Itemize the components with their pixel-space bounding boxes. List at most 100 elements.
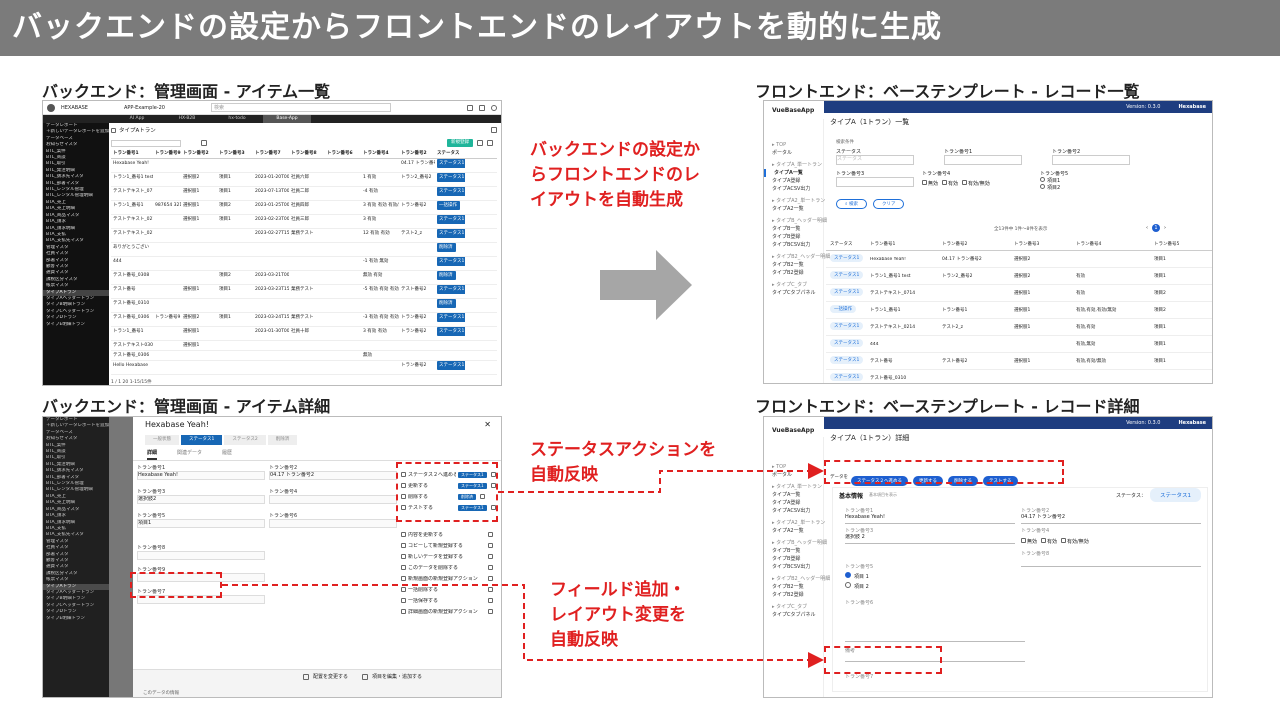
app-tab[interactable]: AI App xyxy=(113,115,161,123)
nav-item[interactable]: タイプB登録 xyxy=(764,555,823,563)
pagination[interactable]: 1 / 1 20 1-15/15件 xyxy=(111,379,152,385)
prev-page-icon[interactable]: ‹ xyxy=(1146,225,1148,231)
check-icon[interactable] xyxy=(488,532,493,537)
column-header[interactable]: トラン番号1 xyxy=(111,149,153,158)
nav-item[interactable]: タイプBCSV出力 xyxy=(764,563,823,571)
column-header[interactable]: トラン番号7 xyxy=(253,149,289,158)
page-number[interactable]: 1 xyxy=(1152,224,1160,232)
table-row[interactable]: テストテキスト_0714 選択肢1 項目1 2023-07-13T00:社員二郎 -4 … xyxy=(111,187,497,201)
generic-action-row[interactable]: 新規画面の新規登録アクション xyxy=(401,573,497,584)
sidebar-item[interactable]: ＋新しいデータレポートを追加 xyxy=(43,129,109,135)
download-icon[interactable] xyxy=(477,140,483,146)
generic-action-row[interactable]: 新しいデータを登録する xyxy=(401,551,497,562)
settings-gear-icon[interactable] xyxy=(491,127,497,133)
nav-item[interactable]: タイプA一覧 xyxy=(764,491,823,499)
detail-tab[interactable]: 履歴 xyxy=(222,449,232,460)
upload-icon[interactable] xyxy=(487,140,493,146)
check-icon[interactable] xyxy=(488,609,493,614)
f6-textarea[interactable] xyxy=(845,616,1025,642)
table-row[interactable]: トラン1_番号1 test 選択肢2 項目1 2023-01-20T00: 社員六郎 1 … xyxy=(111,173,497,187)
table-row[interactable]: テスト番号 選択肢1 項目1 2023-03-23T15: 業務テスト -5 有効 有効 … xyxy=(111,285,497,299)
table-row[interactable]: テスト番号_0306 無効 xyxy=(111,351,497,361)
column-header[interactable]: トラン番号2 xyxy=(181,149,217,158)
field-value[interactable] xyxy=(137,551,265,560)
nav-item[interactable]: タイプACSV出力 xyxy=(764,185,823,193)
generic-action-row[interactable]: 一括削除する xyxy=(401,584,497,595)
table-row[interactable]: テスト番号_0306 トラン番号9 選択肢2 項目1 2023-03-24T15: 業務テ… xyxy=(111,313,497,327)
radio-icon[interactable] xyxy=(1040,177,1045,182)
fe-table-row[interactable]: ステータス1 テスト番号_0310 xyxy=(826,370,1212,383)
table-row[interactable]: テストテキスト_0214 テスト+ 選択肢1 項目1 2023-02-23T00:社員… xyxy=(111,215,497,229)
fe-column-header[interactable]: トラン番号3 xyxy=(1010,241,1072,247)
change-layout-button[interactable]: 配置を変更する xyxy=(313,673,348,680)
field-value[interactable]: 項目1 xyxy=(137,519,265,528)
fe-column-header[interactable]: トラン番号5 xyxy=(1150,241,1210,247)
checkbox-icon[interactable] xyxy=(942,180,948,185)
next-page-icon[interactable]: › xyxy=(1164,225,1166,231)
f8-input[interactable] xyxy=(1021,557,1201,567)
nav-item[interactable]: タイプB一覧 xyxy=(764,547,823,555)
checkbox-icon[interactable] xyxy=(962,180,968,185)
checkbox[interactable]: 無効 xyxy=(922,180,938,187)
checkbox[interactable]: 無効 xyxy=(1021,538,1037,545)
table-row[interactable]: テスト番号_0310 削除済 xyxy=(111,299,497,313)
nav-item[interactable]: タイプB2一覧 xyxy=(764,583,823,591)
nav-item[interactable]: タイプA2一覧 xyxy=(764,205,823,213)
check-icon[interactable] xyxy=(488,587,493,592)
checkbox-icon[interactable] xyxy=(922,180,927,185)
sidebar-item[interactable]: タイプE明細トラン xyxy=(43,322,109,328)
filter-select-3[interactable] xyxy=(836,177,914,187)
filter-input-1[interactable] xyxy=(944,155,1022,165)
radio-icon[interactable] xyxy=(1040,184,1045,189)
field-value[interactable]: Hexabase Yeah! xyxy=(137,471,265,480)
column-header[interactable]: ステータス xyxy=(435,149,465,158)
user-menu-detail[interactable]: Hexabase xyxy=(1179,420,1207,426)
checkbox-icon[interactable] xyxy=(1061,538,1067,543)
field-value[interactable]: 04.17 トラン番号2 xyxy=(269,471,397,480)
new-record-button[interactable]: 新規登録 xyxy=(447,139,473,147)
check-icon[interactable] xyxy=(488,565,493,570)
search-button[interactable]: ⌕ 検索 xyxy=(836,199,867,209)
user-avatar-icon[interactable] xyxy=(491,104,497,111)
column-header[interactable]: トラン番号4 xyxy=(361,149,399,158)
table-row[interactable]: テストテキスト0309 選択肢1 xyxy=(111,341,497,351)
f3-select[interactable]: 選択肢 2 xyxy=(845,534,1015,544)
table-row[interactable]: 444 -1 有効 無効 ステータス1 xyxy=(111,257,497,271)
notification-icon[interactable] xyxy=(467,104,473,111)
close-icon[interactable]: ✕ xyxy=(484,420,491,430)
nav-item[interactable]: ポータル xyxy=(764,471,823,479)
app-tab[interactable]: hx-todo xyxy=(213,115,261,123)
generic-action-row[interactable]: 内容を更新する xyxy=(401,529,497,540)
nav-item[interactable]: タイプBCSV出力 xyxy=(764,241,823,249)
app-tab[interactable]: Base-App xyxy=(263,115,311,123)
global-search-input[interactable]: 検索 xyxy=(210,103,391,112)
field-value[interactable] xyxy=(269,519,397,528)
field-value[interactable]: 選択肢2 xyxy=(137,495,265,504)
sidebar-item[interactable]: タイプE明細トラン xyxy=(43,616,109,622)
check-icon[interactable] xyxy=(488,554,493,559)
f1-input[interactable]: Hexabase Yeah! xyxy=(845,514,1015,524)
fe-column-header[interactable]: トラン番号1 xyxy=(866,241,938,247)
radio[interactable]: 項目 2 xyxy=(845,582,1015,592)
save-icon[interactable] xyxy=(201,140,207,146)
column-header[interactable]: トラン番号9 xyxy=(153,149,181,158)
gear-icon[interactable] xyxy=(479,104,485,111)
app-tab[interactable]: HX-B2B xyxy=(163,115,211,123)
generic-action-row[interactable]: 一括保存する xyxy=(401,595,497,606)
field-value[interactable] xyxy=(269,495,397,504)
generic-action-row[interactable]: 詳細画面の新規登録アクション xyxy=(401,606,497,617)
sidebar-item[interactable]: ＋新しいデータレポートを追加 xyxy=(43,423,109,429)
radio-icon[interactable] xyxy=(845,582,851,588)
detail-tab[interactable]: 詳細 xyxy=(147,449,158,460)
data-filter-input[interactable] xyxy=(111,139,181,147)
nav-item[interactable]: タイプA登録 xyxy=(764,499,823,507)
fe-table-row[interactable]: ステータス1 テストテキスト_0714 選択肢1 有効 項目2 xyxy=(826,285,1212,302)
table-row[interactable]: トラン1_番号1 987654 321 0選択肢1 項目2 2023-01-25T00… xyxy=(111,201,497,215)
detail-tab[interactable]: 関連データ xyxy=(177,449,202,460)
check-icon[interactable] xyxy=(488,576,493,581)
fe-table-row[interactable]: ステータス1 Hexabase Yeah! 04.17 トラン番号2 選択肢2 項目1 xyxy=(826,251,1212,268)
nav-item[interactable]: タイプA一覧 xyxy=(764,169,823,177)
check-icon[interactable] xyxy=(488,543,493,548)
generic-action-row[interactable]: コピーして新規登録する xyxy=(401,540,497,551)
nav-item[interactable]: タイプB2一覧 xyxy=(764,261,823,269)
